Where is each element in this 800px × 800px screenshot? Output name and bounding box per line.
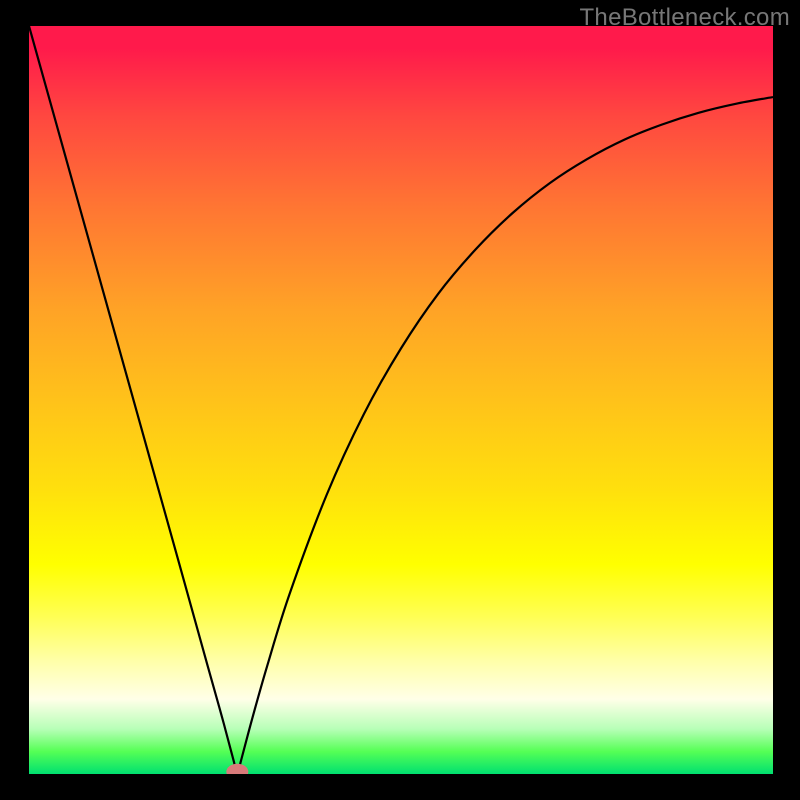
chart-frame: TheBottleneck.com [0, 0, 800, 800]
curve-layer [29, 26, 773, 774]
min-marker [226, 764, 248, 774]
plot-area [29, 26, 773, 774]
bottleneck-curve [29, 26, 773, 774]
